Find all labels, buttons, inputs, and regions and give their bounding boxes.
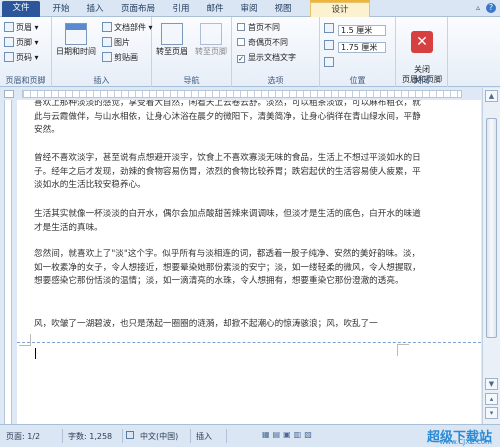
group-options: 首页不同 奇偶页不同 ✓ 显示文档文字 选项: [232, 17, 320, 87]
goto-header-icon: [161, 23, 183, 45]
clipart-button[interactable]: 剪贴画: [102, 51, 138, 64]
show-document-text-checkbox[interactable]: ✓ 显示文档文字: [237, 51, 296, 64]
help-icon[interactable]: ?: [486, 3, 496, 13]
tab-file[interactable]: 文件: [2, 1, 40, 17]
odd-even-different-checkbox[interactable]: 奇偶页不同: [237, 36, 288, 49]
tab-view[interactable]: 视图: [268, 2, 298, 17]
text-cursor: [35, 348, 36, 359]
document-page[interactable]: 喜欢上那种淡淡的感觉，享受着大自然，闲看天上云卷云舒。淡然，可以粗茶淡饭，可以麻…: [17, 100, 481, 424]
view-buttons[interactable]: ▦▤▣▥▧: [262, 430, 315, 439]
checkbox-unchecked-icon: [237, 23, 245, 31]
page-number-button[interactable]: 页码 ▾: [4, 51, 39, 64]
group-label-navigation: 导航: [183, 76, 200, 85]
status-divider: [122, 429, 123, 443]
group-header-footer: 页眉 ▾ 页脚 ▾ 页码 ▾ 页眉和页脚: [0, 17, 52, 87]
footer-button[interactable]: 页脚 ▾: [4, 36, 39, 49]
status-divider: [62, 429, 63, 443]
scroll-up-icon[interactable]: ▲: [485, 90, 498, 102]
footer-position-field[interactable]: 1.75 厘米: [324, 39, 386, 53]
insert-mode-indicator[interactable]: 插入: [196, 431, 212, 442]
crop-mark: [397, 344, 409, 356]
align-tab-icon: [324, 57, 334, 67]
doc-parts-icon: [102, 22, 112, 32]
group-label-position: 位置: [349, 76, 366, 85]
group-insert: 日期和时间 文档部件 ▾ 图片 剪贴画 插入: [52, 17, 153, 87]
vertical-scrollbar[interactable]: ▲ ▼ ▴ ▾: [482, 88, 500, 424]
checkbox-unchecked-icon: [237, 38, 245, 46]
vertical-ruler-track[interactable]: [4, 100, 12, 424]
group-position: 1.5 厘米 1.75 厘米 位置: [320, 17, 396, 87]
paragraph: 风，吹皱了一湖碧波，也只是荡起一圈圈的涟漪，却掀不起潮心的惊涛骇浪；风，吹乱了一: [34, 319, 378, 329]
calendar-icon: [65, 23, 87, 45]
group-label-options: 选项: [267, 76, 284, 85]
tab-mailings[interactable]: 邮件: [200, 2, 230, 17]
watermark-url: www.CJXZ.com: [439, 438, 492, 446]
doc-parts-button[interactable]: 文档部件 ▾: [102, 21, 153, 34]
footer-icon: [4, 37, 14, 47]
scroll-thumb[interactable]: [486, 118, 497, 338]
header-position-icon: [324, 23, 334, 33]
window-controls: ▵?: [470, 3, 496, 13]
group-navigation: 转至页眉 转至页脚 导航: [152, 17, 232, 87]
vertical-ruler: [0, 100, 16, 424]
footer-position-input[interactable]: 1.75 厘米: [338, 42, 386, 53]
clipart-icon: [102, 52, 112, 62]
goto-header-button[interactable]: 转至页眉: [154, 23, 190, 57]
group-close: ✕ 关闭 页眉和页脚 关闭: [396, 17, 448, 87]
ribbon-tab-bar: 文件 开始 插入 页面布局 引用 邮件 审阅 视图 设计 ▵?: [0, 0, 500, 17]
horizontal-ruler: [0, 88, 500, 100]
tab-home[interactable]: 开始: [46, 2, 76, 17]
header-position-input[interactable]: 1.5 厘米: [338, 25, 386, 36]
language-indicator[interactable]: 中文(中国): [140, 431, 178, 442]
next-page-icon[interactable]: ▾: [485, 407, 498, 419]
previous-page-icon[interactable]: ▴: [485, 393, 498, 405]
paragraph: 忽然间，就喜欢上了"淡"这个字。似乎所有与淡相连的词，都透着一股子纯净、安然的美…: [34, 249, 421, 286]
ribbon-panel: 页眉 ▾ 页脚 ▾ 页码 ▾ 页眉和页脚 日期和时间 文档部件 ▾ 图片 剪贴画…: [0, 17, 500, 87]
status-divider: [226, 429, 227, 443]
paragraph: 曾经不喜欢淡字，甚至说有点想避开淡字，饮食上不喜欢寡淡无味的食品，生活上不想过平…: [34, 153, 421, 190]
header-button[interactable]: 页眉 ▾: [4, 21, 39, 34]
word-count[interactable]: 字数: 1,258: [68, 431, 112, 442]
page-number-icon: [4, 52, 14, 62]
goto-footer-icon: [200, 23, 222, 45]
proofing-icon[interactable]: [126, 431, 134, 439]
paragraph: 生活其实就像一杯淡淡的白开水，偶尔会加点酸甜苦辣来调调味，但淡才是生活的底色，白…: [34, 209, 421, 233]
crop-mark: [19, 334, 31, 346]
tab-insert[interactable]: 插入: [80, 2, 110, 17]
page-indicator[interactable]: 页面: 1/2: [6, 431, 40, 442]
tab-review[interactable]: 审阅: [234, 2, 264, 17]
tab-selector[interactable]: [4, 90, 14, 98]
paragraph: 喜欢上那种淡淡的感觉，享受着大自然，闲看天上云卷云舒。淡然，可以粗茶淡饭，可以麻…: [34, 100, 421, 135]
align-tab-button[interactable]: [324, 56, 336, 69]
minimize-ribbon-icon[interactable]: ▵: [473, 3, 483, 13]
checkbox-checked-icon: ✓: [237, 55, 245, 63]
ruler-track[interactable]: [22, 90, 462, 98]
picture-button[interactable]: 图片: [102, 36, 130, 49]
tab-design[interactable]: 设计: [310, 2, 370, 17]
header-icon: [4, 22, 14, 32]
group-label-header-footer: 页眉和页脚: [5, 76, 46, 85]
close-icon: ✕: [411, 31, 433, 53]
datetime-button[interactable]: 日期和时间: [54, 23, 98, 57]
ruler-ticks: [23, 91, 461, 97]
group-label-insert: 插入: [93, 76, 110, 85]
header-position-field[interactable]: 1.5 厘米: [324, 22, 386, 36]
footer-boundary: [17, 342, 481, 343]
status-divider: [190, 429, 191, 443]
tab-page-layout[interactable]: 页面布局: [114, 2, 162, 17]
status-bar: 页面: 1/2 字数: 1,258 中文(中国) 插入 ▦▤▣▥▧ 超级下载站 …: [0, 424, 500, 447]
picture-icon: [102, 37, 112, 47]
first-page-different-checkbox[interactable]: 首页不同: [237, 21, 280, 34]
tab-references[interactable]: 引用: [166, 2, 196, 17]
group-label-close: 关闭: [413, 76, 430, 85]
goto-footer-button[interactable]: 转至页脚: [192, 23, 230, 57]
scroll-down-icon[interactable]: ▼: [485, 378, 498, 390]
footer-position-icon: [324, 40, 334, 50]
